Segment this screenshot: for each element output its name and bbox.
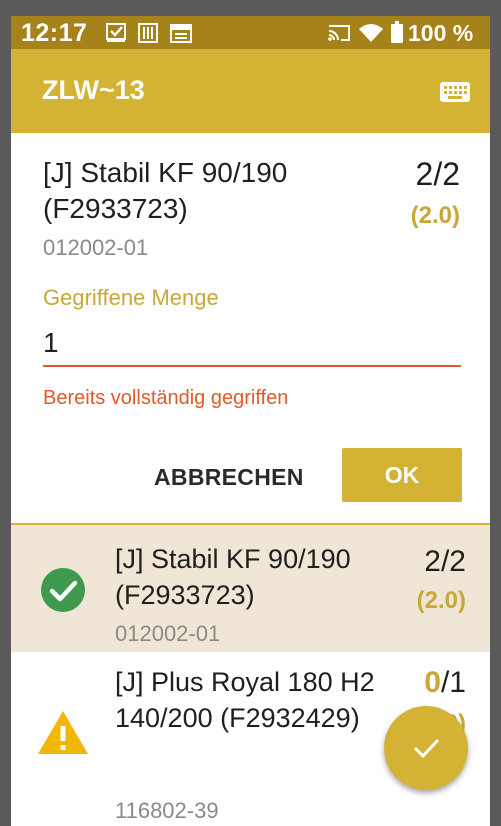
picked-quantity-input[interactable] [43,321,461,367]
list-item-title: [J] Plus Royal 180 H2 140/200 (F2932429) [115,667,375,733]
status-time: 12:17 [21,19,88,47]
ok-button[interactable]: OK [342,448,462,502]
keyboard-icon[interactable] [440,82,470,102]
calendar-notification-icon [170,24,192,43]
list-item-qty-sub: (2.0) [416,587,466,614]
battery-icon [391,21,403,43]
warning-icon [38,711,88,754]
list-item-qty-total: /1 [440,666,466,699]
dialog-item-code: 012002-01 [43,235,149,260]
dialog-item-title: [J] Stabil KF 90/190 (F2933723) [43,157,288,224]
confirm-fab[interactable] [384,706,468,790]
phone-screen: 12:17 100 % ZLW~13 [J] Stabil KF 90/190 … [11,16,490,826]
list-item[interactable]: [J] Stabil KF 90/190 (F2933723) 012002-0… [11,523,490,652]
quantity-dialog: [J] Stabil KF 90/190 (F2933723) 012002-0… [11,133,490,523]
list-item-qty: 0/1 [424,666,466,700]
wifi-icon [359,24,383,42]
cancel-button[interactable]: ABBRECHEN [154,450,304,504]
barcode-notification-icon [138,23,158,43]
dialog-qty-sub: (2.0) [410,202,460,229]
list-item-code: 116802-39 [115,798,219,823]
battery-percent: 100 % [408,20,474,46]
status-bar: 12:17 100 % [11,16,490,49]
cast-icon [328,25,350,41]
check-circle-icon [41,568,85,612]
list-item-title: [J] Stabil KF 90/190 (F2933723) [115,544,351,610]
picked-quantity-label: Gegriffene Menge [43,285,219,310]
page-title: ZLW~13 [42,75,145,105]
dialog-qty: 2/2 [415,156,460,192]
check-icon [413,738,440,759]
app-bar: ZLW~13 [11,49,490,133]
list-item-qty-picked: 0 [424,666,441,699]
list-item-qty: 2/2 [424,545,466,578]
picked-quantity-error: Bereits vollständig gegriffen [43,387,289,409]
checkbox-notification-icon [106,23,126,42]
list-item-code: 012002-01 [115,621,221,646]
